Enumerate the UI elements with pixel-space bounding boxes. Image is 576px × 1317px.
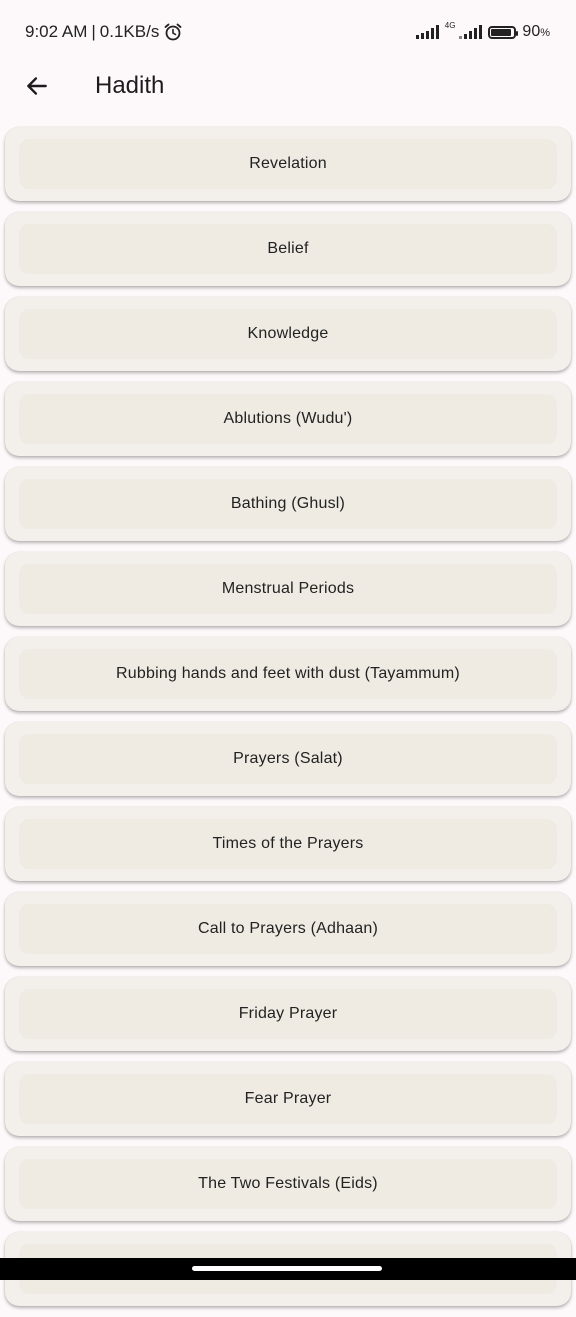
chapter-card[interactable]: Times of the Prayers [5, 807, 571, 881]
chapter-label: Times of the Prayers [212, 835, 364, 852]
chapter-label: Ablutions (Wudu') [223, 410, 353, 427]
battery-icon [488, 25, 519, 39]
chapter-label: Revelation [249, 155, 327, 172]
status-right: 4G 90% [415, 21, 550, 41]
chapter-label: Fear Prayer [244, 1090, 332, 1107]
chapter-label: Friday Prayer [238, 1005, 338, 1022]
chapter-card[interactable]: Menstrual Periods [5, 552, 571, 626]
status-bar: 9:02 AM | 0.1KB/s 4G 90% [0, 0, 576, 64]
chapter-card[interactable]: Knowledge [5, 297, 571, 371]
chapter-label: Rubbing hands and feet with dust (Tayamm… [116, 665, 460, 682]
chapter-list: Revelation Belief Knowledge Ablutions (Wudu… [5, 127, 571, 1317]
status-separator: | [91, 22, 96, 41]
chapter-card[interactable]: Belief [5, 212, 571, 286]
chapter-card[interactable]: Call to Prayers (Adhaan) [5, 892, 571, 966]
chapter-card[interactable]: The Two Festivals (Eids) [5, 1147, 571, 1221]
signal-icon [415, 25, 439, 39]
chapter-card[interactable]: Revelation [5, 127, 571, 201]
chapter-label: Call to Prayers (Adhaan) [198, 920, 378, 937]
chapter-card[interactable]: Prayers (Salat) [5, 722, 571, 796]
chapter-card[interactable]: Rubbing hands and feet with dust (Tayamm… [5, 637, 571, 711]
network-type-label: 4G [444, 21, 456, 30]
battery-fill [491, 28, 512, 36]
alarm-icon [164, 23, 182, 41]
chapter-label: Prayers (Salat) [233, 750, 343, 767]
chapter-card[interactable]: Friday Prayer [5, 977, 571, 1051]
signal-4g-icon [459, 25, 483, 39]
chapter-label: Knowledge [247, 325, 329, 342]
chapter-card[interactable]: Ablutions (Wudu') [5, 382, 571, 456]
chapter-label: Belief [267, 240, 309, 257]
battery-percent: 90% [522, 23, 550, 40]
status-left: 9:02 AM | 0.1KB/s [25, 22, 183, 42]
app-bar: Hadith [0, 64, 576, 108]
home-indicator[interactable] [192, 1266, 382, 1271]
page-title: Hadith [95, 72, 165, 99]
chapter-label: The Two Festivals (Eids) [198, 1175, 378, 1192]
arrow-back-icon [27, 77, 47, 95]
navigation-bar [0, 1258, 576, 1280]
chapter-label: Bathing (Ghusl) [230, 495, 346, 512]
chapter-card[interactable]: Fear Prayer [5, 1062, 571, 1136]
status-time: 9:02 AM [25, 22, 88, 41]
chapter-label: Menstrual Periods [221, 580, 355, 597]
chapter-card[interactable]: Bathing (Ghusl) [5, 467, 571, 541]
status-speed: 0.1KB/s [99, 22, 160, 41]
back-button[interactable] [15, 64, 59, 108]
